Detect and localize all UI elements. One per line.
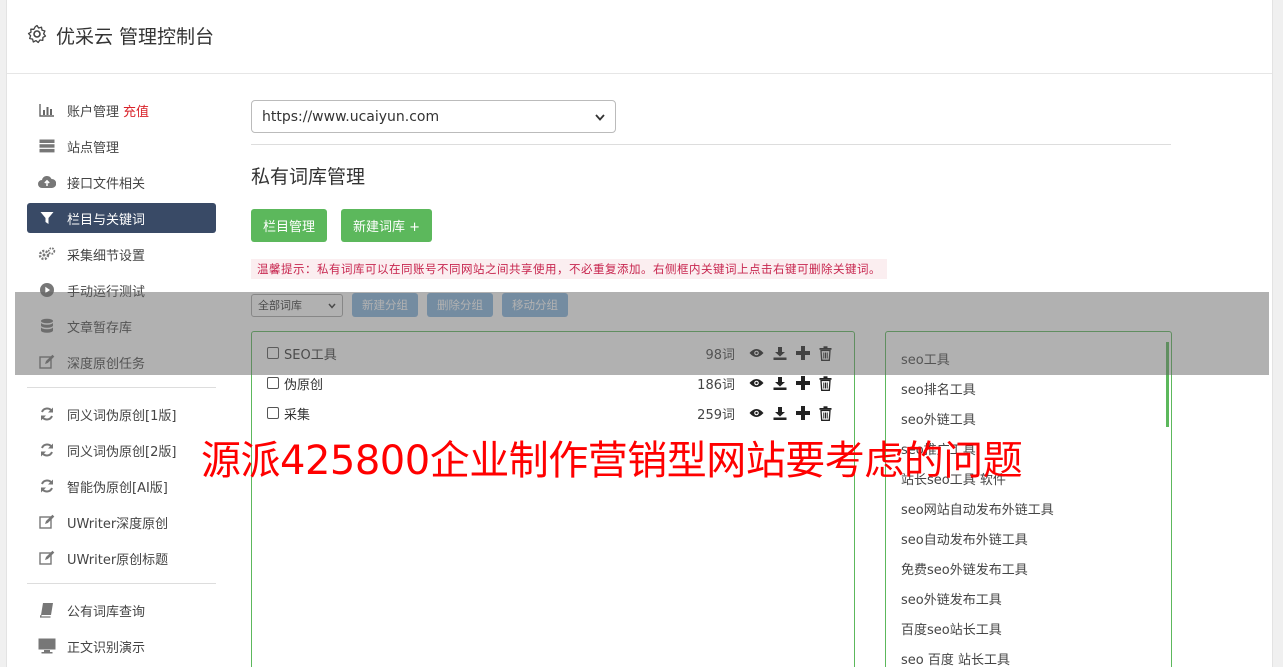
sidebar-item-label: UWriter深度原创 bbox=[67, 516, 169, 532]
sidebar-item-columns-keywords[interactable]: 栏目与关键词 bbox=[27, 203, 216, 233]
lexicon-count: 259词 bbox=[697, 407, 735, 423]
sidebar-item-account[interactable]: 账户管理 充值 bbox=[27, 95, 216, 125]
keyword-item[interactable]: seo 百度 站长工具 bbox=[901, 649, 1010, 667]
sidebar-item-api-files[interactable]: 接口文件相关 bbox=[27, 167, 216, 197]
sidebar-item-uwriter-original[interactable]: UWriter深度原创 bbox=[27, 507, 216, 537]
trash-icon[interactable] bbox=[814, 375, 837, 391]
sidebar-item-synonym-v2[interactable]: 同义词伪原创[2版] bbox=[27, 435, 216, 465]
server-icon bbox=[38, 138, 56, 154]
sidebar-item-label: 账户管理 bbox=[67, 104, 120, 120]
divider bbox=[251, 144, 1171, 145]
watermark-text: 源派425800企业制作营销型网站要考虑的问题 bbox=[201, 438, 1023, 484]
sidebar-item-label: 同义词伪原创[1版] bbox=[67, 408, 177, 424]
sidebar-item-label: 同义词伪原创[2版] bbox=[67, 444, 177, 460]
sidebar-item-label: 智能伪原创[AI版] bbox=[67, 480, 168, 496]
lexicon-name[interactable]: 伪原创 bbox=[284, 374, 675, 393]
keyword-item[interactable]: seo外链发布工具 bbox=[901, 589, 1002, 608]
page-title: 私有词库管理 bbox=[251, 166, 366, 188]
sidebar: 账户管理 充值 站点管理 接口文件相关 栏目与关键词 采集细节设置 手动运行测试… bbox=[27, 95, 216, 667]
list-item: 伪原创 186词 bbox=[267, 372, 837, 394]
sidebar-item-label: UWriter原创标题 bbox=[67, 552, 169, 568]
book-icon bbox=[38, 602, 56, 618]
cloud-upload-icon bbox=[38, 174, 56, 190]
gray-overlay-band bbox=[15, 292, 1269, 375]
new-lexicon-button[interactable]: 新建词库 + bbox=[341, 209, 432, 242]
cogs-icon bbox=[38, 246, 56, 262]
checkbox[interactable] bbox=[267, 407, 279, 419]
tip-notice: 温馨提示：私有词库可以在同账号不同网站之间共享使用，不必重复添加。右侧框内关键词… bbox=[251, 259, 887, 279]
lexicon-name[interactable]: 采集 bbox=[284, 404, 675, 423]
gear-icon bbox=[27, 24, 47, 44]
top-bar: 优采云 管理控制台 bbox=[7, 0, 1272, 74]
edit-icon bbox=[38, 514, 56, 530]
keyword-item[interactable]: seo排名工具 bbox=[901, 379, 976, 398]
site-select-value: https://www.ucaiyun.com bbox=[262, 108, 440, 125]
lexicon-list: SEO工具 98词 伪原创 186词 采集 259词 bbox=[251, 331, 855, 667]
sidebar-item-label: 正文识别演示 bbox=[67, 640, 146, 656]
download-icon[interactable] bbox=[768, 376, 791, 390]
sidebar-item-label: 公有词库查询 bbox=[67, 604, 146, 620]
sidebar-item-public-lexicon[interactable]: 公有词库查询 bbox=[27, 595, 216, 625]
sidebar-item-label: 接口文件相关 bbox=[67, 176, 146, 192]
plus-icon[interactable] bbox=[791, 406, 814, 420]
sidebar-item-text-recognition[interactable]: 正文识别演示 bbox=[27, 631, 216, 661]
sidebar-divider bbox=[27, 387, 216, 388]
recharge-link[interactable]: 充值 bbox=[123, 101, 149, 120]
sidebar-item-uwriter-title[interactable]: UWriter原创标题 bbox=[27, 543, 216, 573]
keyword-list: seo工具 seo排名工具 seo外链工具 seo推广工具 站长seo工具 软件… bbox=[885, 331, 1172, 667]
refresh-icon bbox=[38, 406, 56, 422]
sidebar-item-synonym-v1[interactable]: 同义词伪原创[1版] bbox=[27, 399, 216, 429]
download-icon[interactable] bbox=[768, 406, 791, 420]
keyword-item[interactable]: 百度seo站长工具 bbox=[901, 619, 1002, 638]
sidebar-item-collect-settings[interactable]: 采集细节设置 bbox=[27, 239, 216, 269]
bar-chart-icon bbox=[38, 102, 56, 118]
list-item: 采集 259词 bbox=[267, 402, 837, 424]
edit-icon bbox=[38, 550, 56, 566]
eye-icon[interactable] bbox=[745, 408, 768, 418]
sidebar-divider bbox=[27, 583, 216, 584]
keyword-item[interactable]: 免费seo外链发布工具 bbox=[901, 559, 1028, 578]
sidebar-item-label: 栏目与关键词 bbox=[67, 212, 146, 228]
column-manage-button[interactable]: 栏目管理 bbox=[251, 209, 327, 242]
sidebar-item-ai-rewrite[interactable]: 智能伪原创[AI版] bbox=[27, 471, 216, 501]
sidebar-item-sites[interactable]: 站点管理 bbox=[27, 131, 216, 161]
sidebar-item-label: 采集细节设置 bbox=[67, 248, 146, 264]
site-select[interactable]: https://www.ucaiyun.com bbox=[251, 100, 616, 133]
eye-icon[interactable] bbox=[745, 378, 768, 388]
keyword-item[interactable]: seo网站自动发布外链工具 bbox=[901, 499, 1054, 518]
trash-icon[interactable] bbox=[814, 405, 837, 421]
app-title: 优采云 管理控制台 bbox=[56, 26, 215, 48]
keyword-item[interactable]: seo自动发布外链工具 bbox=[901, 529, 1028, 548]
checkbox[interactable] bbox=[267, 377, 279, 389]
chevron-down-icon bbox=[595, 109, 605, 125]
main-content: https://www.ucaiyun.com 私有词库管理 栏目管理 新建词库… bbox=[251, 100, 1172, 667]
filter-icon bbox=[38, 210, 56, 226]
keyword-item[interactable]: seo外链工具 bbox=[901, 409, 976, 428]
monitor-icon bbox=[38, 638, 56, 654]
plus-icon[interactable] bbox=[791, 376, 814, 390]
sidebar-item-label: 站点管理 bbox=[67, 140, 120, 156]
refresh-icon bbox=[38, 478, 56, 494]
lexicon-count: 186词 bbox=[697, 377, 735, 393]
refresh-icon bbox=[38, 442, 56, 458]
